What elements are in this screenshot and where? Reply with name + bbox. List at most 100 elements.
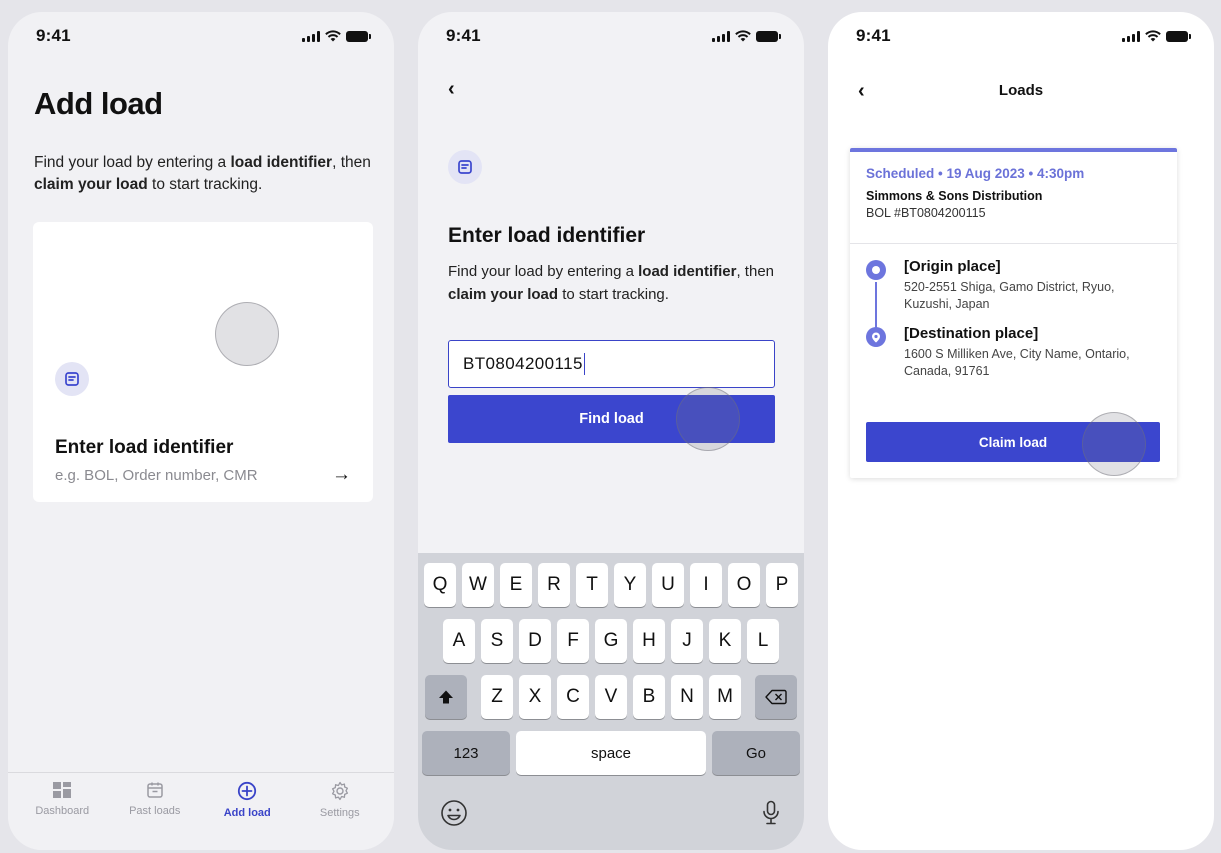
- wifi-icon: [325, 30, 341, 42]
- tab-label: Past loads: [129, 805, 181, 817]
- intro-text: Find your load by entering a load identi…: [34, 154, 371, 193]
- destination-address: 1600 S Milliken Ave, City Name, Ontario,…: [904, 347, 1130, 378]
- card-title: Enter load identifier: [55, 437, 234, 458]
- status-bar: 9:41: [8, 12, 394, 60]
- numbers-key[interactable]: 123: [422, 731, 510, 775]
- status-time: 9:41: [36, 26, 71, 45]
- keyboard-row-2: ASDFGHJKL: [421, 619, 801, 663]
- arrow-right-icon[interactable]: →: [332, 464, 351, 486]
- status-time: 9:41: [856, 26, 891, 45]
- key-g[interactable]: G: [595, 619, 627, 663]
- nav-title: Loads: [998, 82, 1044, 99]
- origin-address: 520-2551 Shiga, Gamo District, Ryuo, Kuz…: [904, 280, 1115, 311]
- shipper-name: Simmons & Sons Distribution: [866, 189, 1043, 203]
- letter-keys: ZXCVBNM: [481, 675, 741, 719]
- tab-label: Dashboard: [35, 805, 90, 817]
- key-z[interactable]: Z: [481, 675, 513, 719]
- shift-key[interactable]: [425, 675, 467, 719]
- page-title: Add load: [34, 86, 163, 121]
- page-title: Enter load identifier: [448, 224, 646, 247]
- wifi-icon: [1145, 30, 1161, 42]
- space-key[interactable]: space: [516, 731, 706, 775]
- key-w[interactable]: W: [462, 563, 494, 607]
- back-button[interactable]: ‹: [448, 78, 455, 101]
- plus-circle-icon: [238, 781, 257, 801]
- key-j[interactable]: J: [671, 619, 703, 663]
- tab-bar: Dashboard Past loads Add load Settings: [8, 772, 394, 850]
- battery-icon: [1166, 30, 1191, 42]
- add-load-screen: 9:41 Add load Find your load by entering…: [8, 12, 394, 850]
- key-c[interactable]: C: [557, 675, 589, 719]
- battery-icon: [346, 30, 371, 42]
- touch-indicator: [1082, 412, 1146, 476]
- enter-identifier-screen: 9:41 ‹ Enter load identifier Find your l…: [418, 12, 804, 850]
- origin-stop: [Origin place] 520-2551 Shiga, Gamo Dist…: [866, 258, 1161, 313]
- keyboard-row-1: QWERTYUIOP: [421, 563, 801, 607]
- key-p[interactable]: P: [766, 563, 798, 607]
- signal-icon: [712, 30, 730, 42]
- key-v[interactable]: V: [595, 675, 627, 719]
- backspace-icon: [765, 689, 787, 705]
- key-d[interactable]: D: [519, 619, 551, 663]
- delete-key[interactable]: [755, 675, 797, 719]
- shift-icon: [439, 690, 453, 704]
- tab-past-loads[interactable]: Past loads: [115, 781, 195, 850]
- key-s[interactable]: S: [481, 619, 513, 663]
- key-x[interactable]: X: [519, 675, 551, 719]
- enter-identifier-card[interactable]: Enter load identifier e.g. BOL, Order nu…: [33, 222, 373, 502]
- loads-screen: 9:41 ‹ Loads Scheduled • 19 Aug 2023 • 4…: [828, 12, 1214, 850]
- key-f[interactable]: F: [557, 619, 589, 663]
- status-bar: 9:41: [418, 12, 804, 60]
- tab-settings[interactable]: Settings: [300, 781, 380, 850]
- load-card[interactable]: Scheduled • 19 Aug 2023 • 4:30pm Simmons…: [850, 148, 1177, 478]
- input-value: BT0804200115: [463, 354, 583, 373]
- key-o[interactable]: O: [728, 563, 760, 607]
- intro-text: Find your load by entering a load identi…: [448, 263, 774, 303]
- route: [Origin place] 520-2551 Shiga, Gamo Dist…: [850, 244, 1177, 419]
- status-bar: 9:41: [828, 12, 1214, 60]
- bol-number: BOL #BT0804200115: [866, 206, 986, 220]
- origin-name: [Origin place]: [904, 258, 1001, 275]
- tab-add-load[interactable]: Add load: [207, 781, 287, 850]
- text-caret: [583, 353, 586, 375]
- key-q[interactable]: Q: [424, 563, 456, 607]
- key-b[interactable]: B: [633, 675, 665, 719]
- signal-icon: [1122, 30, 1140, 42]
- key-e[interactable]: E: [500, 563, 532, 607]
- card-hint: e.g. BOL, Order number, CMR: [55, 467, 258, 484]
- microphone-icon[interactable]: [762, 800, 780, 826]
- keyboard-row-4: 123 space Go: [421, 731, 801, 775]
- load-status: Scheduled • 19 Aug 2023 • 4:30pm: [866, 166, 1085, 181]
- tab-dashboard[interactable]: Dashboard: [22, 781, 102, 850]
- touch-indicator: [215, 302, 279, 366]
- destination-name: [Destination place]: [904, 325, 1039, 342]
- wifi-icon: [735, 30, 751, 42]
- location-pin-icon: [866, 327, 886, 347]
- key-h[interactable]: H: [633, 619, 665, 663]
- dashboard-icon: [53, 782, 72, 798]
- key-l[interactable]: L: [747, 619, 779, 663]
- keyboard: QWERTYUIOP ASDFGHJKL ZXCVBNM 123 space G…: [418, 553, 804, 850]
- calendar-icon: [147, 782, 163, 798]
- emoji-icon[interactable]: [440, 799, 468, 827]
- status-time: 9:41: [446, 26, 481, 45]
- key-i[interactable]: I: [690, 563, 722, 607]
- load-identifier-input[interactable]: BT0804200115: [448, 340, 775, 388]
- keyboard-row-3: ZXCVBNM: [421, 675, 801, 719]
- key-k[interactable]: K: [709, 619, 741, 663]
- document-icon: [55, 362, 89, 396]
- key-m[interactable]: M: [709, 675, 741, 719]
- go-key[interactable]: Go: [712, 731, 800, 775]
- key-n[interactable]: N: [671, 675, 703, 719]
- key-y[interactable]: Y: [614, 563, 646, 607]
- tab-label: Settings: [319, 807, 360, 819]
- key-u[interactable]: U: [652, 563, 684, 607]
- destination-stop: [Destination place] 1600 S Milliken Ave,…: [866, 325, 1161, 380]
- key-t[interactable]: T: [576, 563, 608, 607]
- battery-icon: [756, 30, 781, 42]
- signal-icon: [302, 30, 320, 42]
- touch-indicator: [676, 387, 740, 451]
- key-r[interactable]: R: [538, 563, 570, 607]
- key-a[interactable]: A: [443, 619, 475, 663]
- gear-icon: [331, 781, 348, 801]
